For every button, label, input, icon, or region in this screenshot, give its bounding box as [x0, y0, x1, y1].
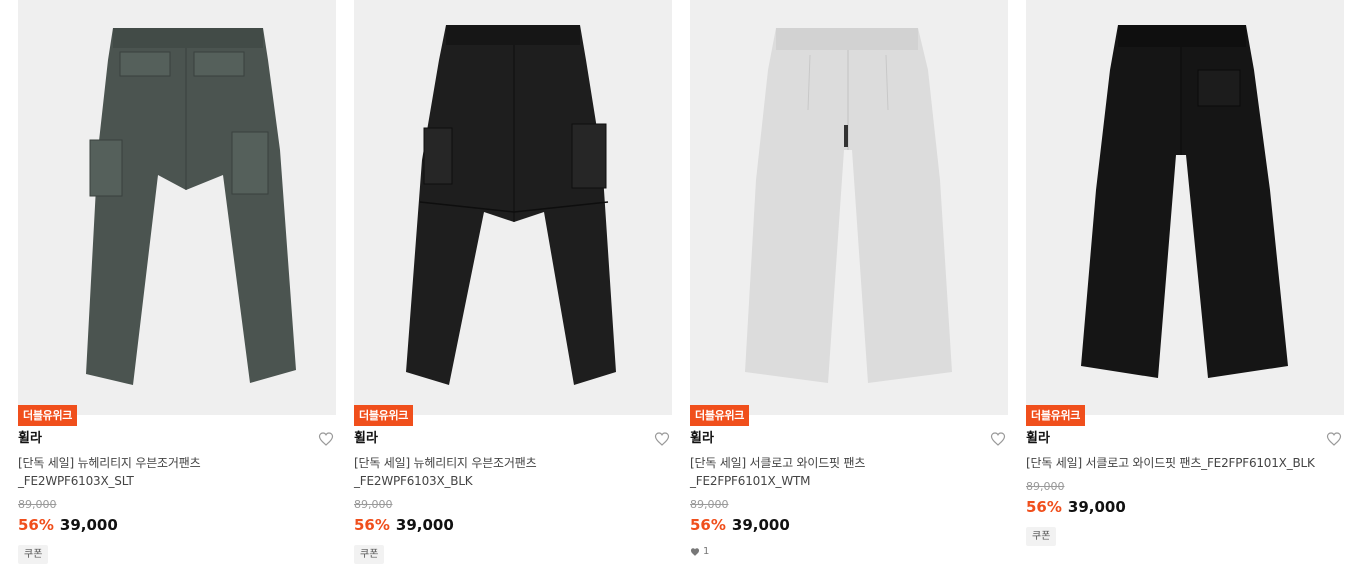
heart-filled-icon — [690, 548, 700, 556]
wide-pants-white-melange-image — [690, 0, 1008, 415]
sale-price: 39,000 — [59, 516, 118, 534]
heart-icon[interactable] — [654, 431, 670, 447]
coupon-tag: 쿠폰 — [18, 545, 49, 564]
sale-price: 39,000 — [395, 516, 454, 534]
price-line: 56% 39,000 — [690, 515, 790, 535]
product-name[interactable]: [단독 세일] 서클로고 와이드핏 팬츠_FE2FPF6101X_BLK — [1026, 454, 1344, 472]
product-name-line: [단독 세일] 서클로고 와이드핏 팬츠_FE2FPF6101X_BLK — [1026, 456, 1315, 470]
product-name[interactable]: [단독 세일] 뉴헤리티지 우븐조거팬츠 _FE2WPF6103X_BLK — [354, 454, 672, 490]
coupon-tag: 쿠폰 — [354, 545, 385, 564]
original-price: 89,000 — [354, 498, 393, 511]
brand-name[interactable]: 휠라 — [354, 431, 378, 447]
heart-icon[interactable] — [1326, 431, 1342, 447]
heart-icon[interactable] — [990, 431, 1006, 447]
product-card[interactable]: 더블유위크 휠라 [단독 세일] 서클로고 와이드핏 팬츠 _FE2FPF610… — [690, 0, 1008, 569]
sale-price: 39,000 — [731, 516, 790, 534]
price-line: 56% 39,000 — [354, 515, 454, 535]
product-name-line: _FE2FPF6101X_WTM — [690, 474, 811, 488]
product-image[interactable] — [1026, 0, 1344, 415]
coupon-tag: 쿠폰 — [1026, 527, 1057, 546]
discount-rate: 56% — [690, 516, 726, 534]
promo-badge: 더블유위크 — [354, 405, 414, 426]
product-card[interactable]: 더블유위크 휠라 [단독 세일] 뉴헤리티지 우븐조거팬츠 _FE2WPF610… — [354, 0, 672, 569]
promo-badge: 더블유위크 — [690, 405, 750, 426]
cargo-pants-black-image — [354, 0, 672, 415]
promo-badge: 더블유위크 — [18, 405, 78, 426]
product-name-line: [단독 세일] 뉴헤리티지 우븐조거팬츠 — [18, 456, 201, 470]
product-image[interactable] — [354, 0, 672, 415]
like-count-value: 1 — [703, 546, 710, 557]
price-line: 56% 39,000 — [1026, 497, 1126, 517]
discount-rate: 56% — [18, 516, 54, 534]
product-name-line: [단독 세일] 뉴헤리티지 우븐조거팬츠 — [354, 456, 537, 470]
product-name-line: _FE2WPF6103X_SLT — [18, 474, 134, 488]
brand-name[interactable]: 휠라 — [18, 431, 42, 447]
brand-name[interactable]: 휠라 — [690, 431, 714, 447]
promo-badge: 더블유위크 — [1026, 405, 1086, 426]
cargo-pants-slate-image — [18, 0, 336, 415]
discount-rate: 56% — [354, 516, 390, 534]
like-count: 1 — [690, 545, 709, 559]
product-name[interactable]: [단독 세일] 서클로고 와이드핏 팬츠 _FE2FPF6101X_WTM — [690, 454, 1008, 490]
product-image[interactable] — [690, 0, 1008, 415]
product-card[interactable]: 더블유위크 휠라 [단독 세일] 서클로고 와이드핏 팬츠_FE2FPF6101… — [1026, 0, 1344, 569]
product-name-line: _FE2WPF6103X_BLK — [354, 474, 473, 488]
sale-price: 39,000 — [1067, 498, 1126, 516]
product-name[interactable]: [단독 세일] 뉴헤리티지 우븐조거팬츠 _FE2WPF6103X_SLT — [18, 454, 336, 490]
original-price: 89,000 — [690, 498, 729, 511]
product-name-line: [단독 세일] 서클로고 와이드핏 팬츠 — [690, 456, 866, 470]
original-price: 89,000 — [18, 498, 57, 511]
brand-name[interactable]: 휠라 — [1026, 431, 1050, 447]
discount-rate: 56% — [1026, 498, 1062, 516]
price-line: 56% 39,000 — [18, 515, 118, 535]
original-price: 89,000 — [1026, 480, 1065, 493]
wide-pants-black-image — [1026, 0, 1344, 415]
product-card[interactable]: 더블유위크 휠라 [단독 세일] 뉴헤리티지 우븐조거팬츠 _FE2WPF610… — [18, 0, 336, 569]
heart-icon[interactable] — [318, 431, 334, 447]
product-image[interactable] — [18, 0, 336, 415]
